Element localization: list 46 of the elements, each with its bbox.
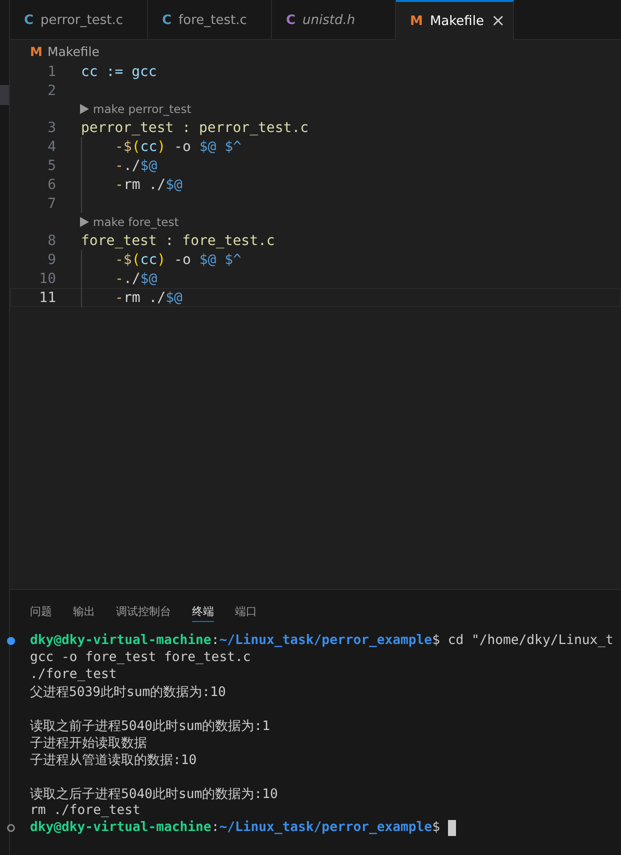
- panel-tab[interactable]: 问题: [30, 604, 52, 621]
- code-line: -rm ./$@: [115, 290, 182, 306]
- line-number: 3: [46, 120, 56, 136]
- breadcrumb-item[interactable]: Makefile: [47, 44, 100, 58]
- code-line: -$(cc) -o $@ $^: [115, 138, 242, 154]
- line-number: 6: [46, 176, 56, 192]
- line-number: 2: [46, 82, 56, 98]
- line-number: 1: [46, 64, 56, 80]
- line-number: 4: [46, 138, 56, 154]
- editor-tab[interactable]: C perror_test.c: [10, 0, 148, 40]
- editor-tab[interactable]: C fore_test.c: [148, 0, 272, 40]
- terminal-output: 子进程从管道读取的数据:10: [30, 752, 197, 768]
- terminal-output: ./fore_test: [30, 667, 117, 682]
- line-number: 8: [46, 232, 56, 248]
- terminal-output: rm ./fore_test: [30, 803, 140, 818]
- code-line: -$(cc) -o $@ $^: [115, 252, 242, 268]
- panel-tab[interactable]: 端口: [235, 604, 257, 621]
- panel-tab[interactable]: 终端: [192, 604, 214, 622]
- line-number: 11: [38, 290, 56, 306]
- code-line: -rm ./$@: [115, 176, 182, 192]
- code-line: fore_test : fore_test.c: [81, 232, 275, 248]
- terminal-output: 父进程5039此时sum的数据为:10: [30, 684, 226, 700]
- close-icon[interactable]: ×: [490, 11, 506, 31]
- terminal-prompt: dky@dky-virtual-machine:~/Linux_task/perror_example$: [30, 820, 441, 835]
- line-number: 5: [46, 158, 56, 174]
- terminal-output: gcc -o fore_test fore_test.c: [30, 650, 251, 665]
- play-icon: [80, 217, 89, 227]
- line-number: 9: [46, 252, 56, 268]
- panel-tab[interactable]: 输出: [73, 604, 95, 621]
- code-line: -./$@: [115, 270, 158, 286]
- code-line: -./$@: [115, 158, 158, 174]
- editor-tab[interactable]: M Makefile ×: [396, 0, 514, 40]
- codelens-link[interactable]: make perror_test: [80, 102, 192, 116]
- terminal-output: 读取之前子进程5040此时sum的数据为:1: [30, 718, 270, 734]
- panel-tab[interactable]: 调试控制台: [116, 604, 171, 621]
- line-number: 10: [38, 270, 56, 286]
- terminal-prompt: dky@dky-virtual-machine:~/Linux_task/perror_example$ cd "/home/dky/Linux_t: [30, 633, 614, 648]
- activity-indicator: [0, 85, 9, 105]
- codelens-link[interactable]: make fore_test: [80, 215, 179, 229]
- code-line: cc := gcc: [81, 64, 157, 80]
- play-icon: [80, 104, 89, 114]
- makefile-icon: M: [30, 44, 42, 58]
- line-number: 7: [46, 196, 56, 212]
- terminal-output: 读取之后子进程5040此时sum的数据为:10: [30, 786, 278, 802]
- code-line: perror_test : perror_test.c: [81, 120, 309, 136]
- terminal-output: 子进程开始读取数据: [30, 734, 147, 752]
